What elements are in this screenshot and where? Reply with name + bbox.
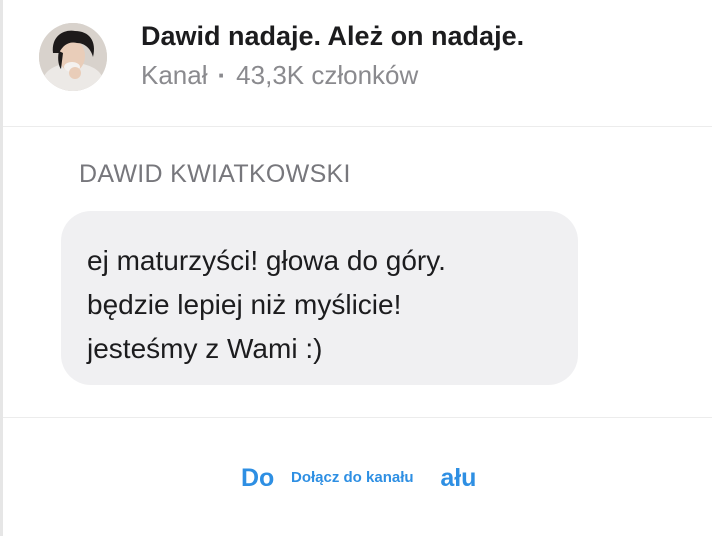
channel-type-label: Kanał	[141, 60, 208, 90]
channel-header[interactable]: Dawid nadaje. Ależ on nadaje. Kanał · 43,3…	[3, 0, 712, 127]
message-bubble[interactable]: ej maturzyści! głowa do góry. będzie lep…	[61, 211, 578, 385]
join-channel-area[interactable]: Do ału Dołącz do kanału	[3, 458, 712, 502]
join-label-start: Do	[241, 464, 275, 492]
message-text: ej maturzyści! głowa do góry. będzie lep…	[87, 245, 446, 364]
avatar-image	[39, 23, 107, 91]
separator-dot: ·	[217, 60, 227, 90]
channel-preview-card: Dawid nadaje. Ależ on nadaje. Kanał · 43,3…	[0, 0, 712, 536]
member-count: 43,3K członków	[236, 60, 419, 90]
channel-avatar	[39, 23, 107, 91]
join-channel-overlay-label[interactable]: Dołącz do kanału	[286, 466, 419, 489]
divider	[3, 417, 712, 418]
join-label-end: ału	[440, 464, 477, 492]
message-sender-name: DAWID KWIATKOWSKI	[79, 160, 351, 188]
channel-title: Dawid nadaje. Ależ on nadaje.	[141, 21, 525, 51]
channel-subtitle: Kanał · 43,3K członków	[141, 60, 418, 91]
